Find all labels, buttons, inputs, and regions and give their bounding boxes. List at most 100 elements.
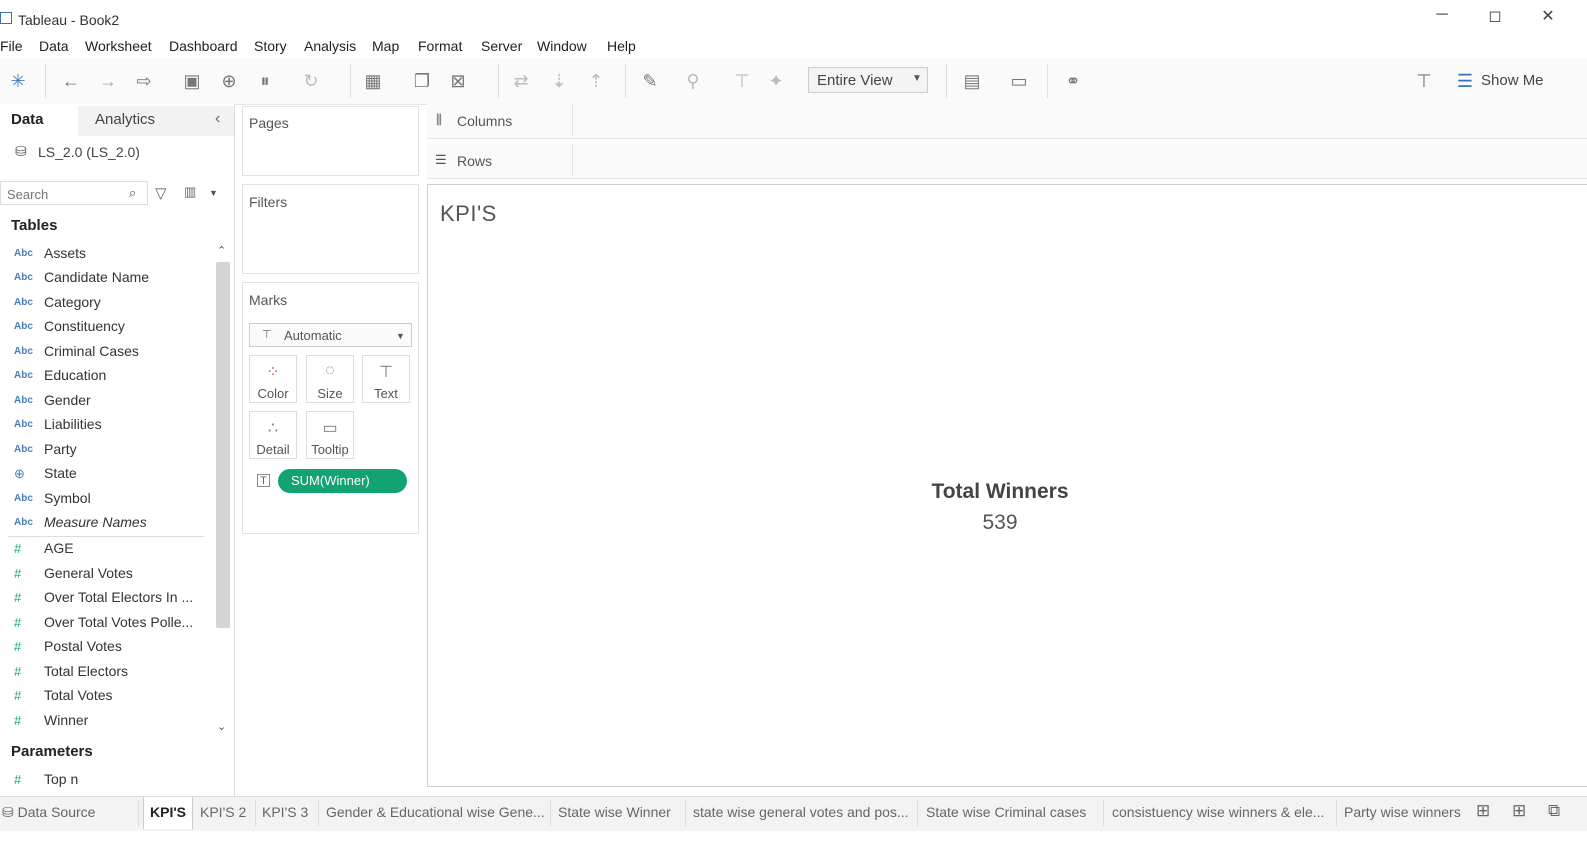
data-source-tab[interactable]: ⛁ Data Source xyxy=(2,797,132,829)
pause-updates-icon[interactable]: ⏸ xyxy=(254,70,276,92)
sheet-tab-gender-education[interactable]: Gender & Educational wise Gene... xyxy=(326,797,548,829)
sheet-tab-kpis-3[interactable]: KPI'S 3 xyxy=(262,797,314,829)
group-icon[interactable]: ⚲ xyxy=(682,70,704,92)
search-input[interactable] xyxy=(1,182,129,206)
presentation-mode-icon[interactable]: ▭ xyxy=(1008,70,1030,92)
labels-icon[interactable]: ⊤ xyxy=(731,70,753,92)
field-total-electors[interactable]: # Total Electors xyxy=(0,662,210,686)
save-icon[interactable]: ▣ xyxy=(181,70,203,92)
close-button[interactable]: ✕ xyxy=(1533,6,1563,26)
color-button[interactable]: ⁘ Color xyxy=(249,355,297,403)
tableau-start-icon[interactable]: ✳ xyxy=(7,70,29,92)
undo-icon[interactable]: ← xyxy=(60,70,82,92)
string-type-icon: Abc xyxy=(14,517,33,528)
rows-shelf[interactable] xyxy=(427,144,1587,179)
menu-format[interactable]: Format xyxy=(418,38,462,54)
menu-analysis[interactable]: Analysis xyxy=(304,38,356,54)
clear-sheet-icon[interactable]: ⊠ xyxy=(447,70,469,92)
field-liabilities[interactable]: Abc Liabilities xyxy=(0,415,210,439)
new-datasource-icon[interactable]: ⊕ xyxy=(218,70,240,92)
string-type-icon: Abc xyxy=(14,419,33,430)
show-me-button[interactable]: Show Me xyxy=(1481,72,1544,89)
scrollbar-thumb[interactable] xyxy=(216,262,230,628)
field-party[interactable]: Abc Party xyxy=(0,440,210,464)
parameter-top-n[interactable]: # Top n xyxy=(0,770,210,794)
field-general-votes[interactable]: # General Votes xyxy=(0,564,210,588)
new-worksheet-icon[interactable]: ⊞ xyxy=(1476,801,1490,821)
sheet-tab-state-wise-winner[interactable]: State wise Winner xyxy=(558,797,682,829)
field-state[interactable]: ⊕ State xyxy=(0,464,210,488)
columns-shelf[interactable] xyxy=(427,104,1587,139)
menu-map[interactable]: Map xyxy=(372,38,399,54)
field-assets[interactable]: Abc Assets xyxy=(0,244,210,268)
field-age[interactable]: # AGE xyxy=(0,539,210,563)
field-education[interactable]: Abc Education xyxy=(0,366,210,390)
field-postal-votes[interactable]: # Postal Votes xyxy=(0,637,210,661)
size-icon: ◌ xyxy=(325,362,335,379)
menu-story[interactable]: Story xyxy=(254,38,287,54)
filter-icon[interactable]: ▽ xyxy=(155,184,167,202)
field-over-total-votes-polled[interactable]: # Over Total Votes Polle... xyxy=(0,613,210,637)
new-dashboard-icon[interactable]: ⊞ xyxy=(1512,801,1526,821)
sort-descending-icon[interactable]: ⇡ xyxy=(585,70,607,92)
show-cards-icon[interactable]: ▤ xyxy=(961,70,983,92)
restore-button[interactable]: ◻ xyxy=(1480,6,1510,26)
sheet-tab-kpis[interactable]: KPI'S xyxy=(143,797,193,829)
refresh-icon[interactable]: ↻ xyxy=(300,70,322,92)
menu-file[interactable]: File xyxy=(0,38,23,54)
sheet-tab-criminal-cases[interactable]: State wise Criminal cases xyxy=(926,797,1098,829)
sheet-tab-state-votes[interactable]: state wise general votes and pos... xyxy=(693,797,913,829)
sheet-tab-constituency[interactable]: consistuency wise winners & ele... xyxy=(1112,797,1334,829)
collapse-pane-icon[interactable]: ‹ xyxy=(215,110,220,128)
text-button[interactable]: ⊤ Text xyxy=(362,355,410,403)
field-symbol[interactable]: Abc Symbol xyxy=(0,489,210,513)
tab-divider xyxy=(1103,800,1104,826)
field-constituency[interactable]: Abc Constituency xyxy=(0,317,210,341)
sheet-tab-party-winners[interactable]: Party wise winners xyxy=(1344,797,1466,829)
menu-server[interactable]: Server xyxy=(481,38,522,54)
chevron-up-icon[interactable]: ⌃ xyxy=(217,244,226,257)
field-measure-names[interactable]: Abc Measure Names xyxy=(0,513,210,537)
detail-button[interactable]: ∴ Detail xyxy=(249,411,297,459)
menu-dashboard[interactable]: Dashboard xyxy=(169,38,238,54)
field-category[interactable]: Abc Category xyxy=(0,293,210,317)
kpi-label[interactable]: Total Winners xyxy=(900,480,1100,504)
number-type-icon: # xyxy=(14,713,22,728)
field-over-total-electors[interactable]: # Over Total Electors In ... xyxy=(0,588,210,612)
new-worksheet-icon[interactable]: ▦ xyxy=(362,70,384,92)
chevron-down-icon[interactable]: ⌄ xyxy=(217,720,226,733)
datasource-name[interactable]: LS_2.0 (LS_2.0) xyxy=(38,144,140,160)
menu-data[interactable]: Data xyxy=(39,38,69,54)
rows-icon: ☰ xyxy=(435,152,447,167)
search-icon[interactable]: ⌕ xyxy=(129,185,136,201)
menu-worksheet[interactable]: Worksheet xyxy=(85,38,152,54)
field-criminal-cases[interactable]: Abc Criminal Cases xyxy=(0,342,210,366)
duplicate-sheet-icon[interactable]: ❐ xyxy=(411,70,433,92)
share-icon[interactable]: ⚭ xyxy=(1062,70,1084,92)
field-winner[interactable]: # Winner xyxy=(0,711,210,735)
field-label: Measure Names xyxy=(44,514,147,530)
sheet-tab-kpis-2[interactable]: KPI'S 2 xyxy=(200,797,252,829)
chevron-down-icon[interactable]: ▼ xyxy=(209,188,218,198)
field-gender[interactable]: Abc Gender xyxy=(0,391,210,415)
highlight-icon[interactable]: ✎ xyxy=(639,70,661,92)
new-story-icon[interactable]: ⧉ xyxy=(1548,801,1560,821)
view-options-icon[interactable]: ▥ xyxy=(184,184,196,200)
sheet-title[interactable]: KPI'S xyxy=(440,201,497,227)
tooltip-icon[interactable]: ⊤ xyxy=(1413,70,1435,92)
menu-window[interactable]: Window xyxy=(537,38,587,54)
menu-help[interactable]: Help xyxy=(607,38,636,54)
field-total-votes[interactable]: # Total Votes xyxy=(0,686,210,710)
field-candidate-name[interactable]: Abc Candidate Name xyxy=(0,268,210,292)
redo-icon[interactable]: → xyxy=(97,70,119,92)
sort-ascending-icon[interactable]: ⇣ xyxy=(548,70,570,92)
toolbar-divider xyxy=(350,64,351,98)
kpi-value[interactable]: 539 xyxy=(900,511,1100,535)
tooltip-button[interactable]: ▭ Tooltip xyxy=(306,411,354,459)
minimize-button[interactable]: ─ xyxy=(1427,6,1457,24)
show-me-icon[interactable]: ☰ xyxy=(1454,70,1476,92)
fix-axes-icon[interactable]: ✦ xyxy=(765,70,787,92)
swap-icon[interactable]: ⇄ xyxy=(510,70,532,92)
size-button[interactable]: ◌ Size xyxy=(306,355,354,403)
replay-icon[interactable]: ⇨ xyxy=(133,70,155,92)
